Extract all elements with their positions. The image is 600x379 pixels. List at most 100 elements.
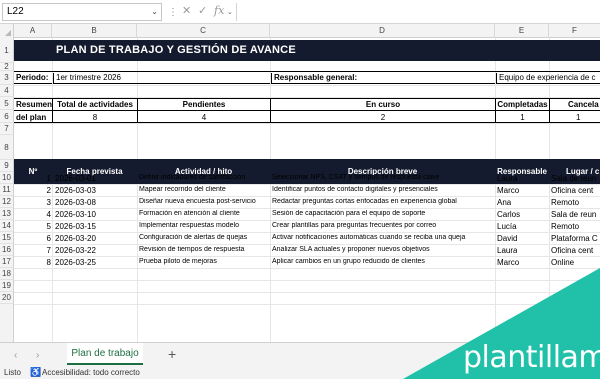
chevron-left-icon[interactable]: ‹ (14, 350, 17, 361)
summary-value-pending[interactable]: 4 (138, 113, 270, 122)
row-description[interactable]: Aplicar cambios en un grupo reducido de … (272, 258, 495, 265)
select-all-button[interactable] (0, 24, 14, 38)
row-description[interactable]: Seleccionar NPS, CSAT y tiempos de respu… (272, 174, 495, 181)
row-date[interactable]: 2026-03-15 (55, 222, 96, 231)
row-header-16[interactable]: 16 (0, 244, 14, 256)
row-number[interactable]: 6 (14, 234, 52, 243)
row-place[interactable]: Plataforma C (551, 234, 600, 243)
column-header-b[interactable]: B (52, 24, 137, 38)
summary-value-completed[interactable]: 1 (496, 113, 549, 122)
row-header-3[interactable]: 3 (0, 71, 14, 85)
row-header-7[interactable]: 7 (0, 123, 14, 135)
chevron-right-icon[interactable]: › (36, 350, 39, 361)
row-description[interactable]: Crear plantillas para preguntas frecuent… (272, 222, 495, 229)
row-activity[interactable]: Prueba piloto de mejoras (139, 258, 270, 265)
row-header-11[interactable]: 11 (0, 184, 14, 196)
row-activity[interactable]: Revisión de tiempos de respuesta (139, 246, 270, 253)
row-number[interactable]: 4 (14, 210, 52, 219)
column-header-f[interactable]: F (549, 24, 600, 38)
period-value[interactable]: 1er trimestre 2026 (53, 73, 270, 84)
row-header-15[interactable]: 15 (0, 232, 14, 244)
column-header-d[interactable]: D (270, 24, 495, 38)
formula-input[interactable] (236, 3, 600, 21)
row-activity[interactable]: Configuración de alertas de quejas (139, 234, 270, 241)
row-header-18[interactable]: 18 (0, 268, 14, 280)
column-header-e[interactable]: E (495, 24, 549, 38)
row-place[interactable]: Sala de reun (551, 210, 600, 219)
row-number[interactable]: 2 (14, 186, 52, 195)
row-owner[interactable]: Carlos (497, 210, 520, 219)
row-description[interactable]: Identificar puntos de contacto digitales… (272, 186, 495, 193)
summary-value-in-progress[interactable]: 2 (271, 113, 495, 122)
row-owner[interactable]: David (497, 234, 517, 243)
accessibility-status[interactable]: Accesibilidad: todo correcto (42, 368, 140, 377)
row-header-1[interactable]: 1 (0, 38, 14, 63)
row-owner[interactable]: Laura (497, 174, 517, 183)
row-owner[interactable]: Marco (497, 258, 519, 267)
row-place[interactable]: Oficina cent (551, 246, 600, 255)
row-header-13[interactable]: 13 (0, 208, 14, 220)
accessibility-icon[interactable]: ♿ (30, 367, 41, 378)
column-header-c[interactable]: C (137, 24, 270, 38)
summary-value-total[interactable]: 8 (53, 113, 137, 122)
gridline (14, 220, 600, 221)
row-description[interactable]: Activar notificaciones automáticas cuand… (272, 234, 495, 241)
summary-label: Resumen (16, 100, 53, 109)
row-header-6[interactable]: 6 (0, 110, 14, 123)
row-date[interactable]: 2026-03-22 (55, 246, 96, 255)
responsable-value[interactable]: Equipo de experiencia de c (496, 73, 600, 84)
row-owner[interactable]: Ana (497, 198, 511, 207)
row-activity[interactable]: Mapear recorrido del cliente (139, 186, 270, 193)
row-number[interactable]: 7 (14, 246, 52, 255)
row-header-5[interactable]: 5 (0, 97, 14, 110)
row-header-17[interactable]: 17 (0, 256, 14, 268)
row-number[interactable]: 3 (14, 198, 52, 207)
row-activity[interactable]: Definir indicadores de satisfacción (139, 174, 270, 181)
row-owner[interactable]: Laura (497, 246, 517, 255)
add-sheet-button[interactable]: + (168, 346, 176, 362)
row-header-20[interactable]: 20 (0, 292, 14, 304)
insert-function-icon[interactable]: fx (214, 4, 224, 17)
row-place[interactable]: Sala de reun (551, 174, 600, 183)
row-header-19[interactable]: 19 (0, 280, 14, 292)
row-owner[interactable]: Lucía (497, 222, 517, 231)
row-header-10[interactable]: 10 (0, 172, 14, 184)
column-header-a[interactable]: A (14, 24, 52, 38)
name-box[interactable]: L22 ⌄ (2, 3, 162, 21)
row-place[interactable]: Remoto (551, 222, 600, 231)
row-header-9[interactable]: 9 (0, 160, 14, 172)
row-header-14[interactable]: 14 (0, 220, 14, 232)
gridline (14, 244, 600, 245)
row-place[interactable]: Online (551, 258, 600, 267)
row-activity[interactable]: Diseñar nueva encuesta post-servicio (139, 198, 270, 205)
row-header-8[interactable]: 8 (0, 135, 14, 160)
row-date[interactable]: 2026-03-20 (55, 234, 96, 243)
row-date[interactable]: 2026-03-01 (55, 174, 96, 183)
row-description[interactable]: Sesión de capacitación para el equipo de… (272, 210, 495, 217)
worksheet-grid[interactable]: A B C D E F 1 2 3 4 5 6 7 8 9 10 11 12 1… (0, 24, 600, 342)
row-number[interactable]: 1 (14, 174, 52, 183)
row-date[interactable]: 2026-03-25 (55, 258, 96, 267)
row-header-2[interactable]: 2 (0, 63, 14, 71)
summary-value-cancelled[interactable]: 1 (550, 113, 600, 122)
row-date[interactable]: 2026-03-08 (55, 198, 96, 207)
row-place[interactable]: Oficina cent (551, 186, 600, 195)
row-place[interactable]: Remoto (551, 198, 600, 207)
row-activity[interactable]: Implementar respuestas modelo (139, 222, 270, 229)
row-description[interactable]: Redactar preguntas cortas enfocadas en e… (272, 198, 495, 205)
row-header-12[interactable]: 12 (0, 196, 14, 208)
check-icon[interactable]: ✓ (198, 4, 207, 17)
chevron-down-icon[interactable]: ⌄ (227, 8, 233, 16)
row-description[interactable]: Analizar SLA actuales y proponer nuevos … (272, 246, 495, 253)
tab-plan-de-trabajo[interactable]: Plan de trabajo (67, 343, 143, 365)
row-date[interactable]: 2026-03-03 (55, 186, 96, 195)
summary-header-cancelled: Cancela (568, 100, 599, 109)
row-header-4[interactable]: 4 (0, 85, 14, 97)
row-number[interactable]: 5 (14, 222, 52, 231)
row-number[interactable]: 8 (14, 258, 52, 267)
row-owner[interactable]: Marco (497, 186, 519, 195)
row-date[interactable]: 2026-03-10 (55, 210, 96, 219)
row-activity[interactable]: Formación en atención al cliente (139, 210, 270, 217)
chevron-down-icon[interactable]: ⌄ (151, 4, 158, 20)
cancel-icon[interactable]: ✕ (182, 4, 191, 17)
